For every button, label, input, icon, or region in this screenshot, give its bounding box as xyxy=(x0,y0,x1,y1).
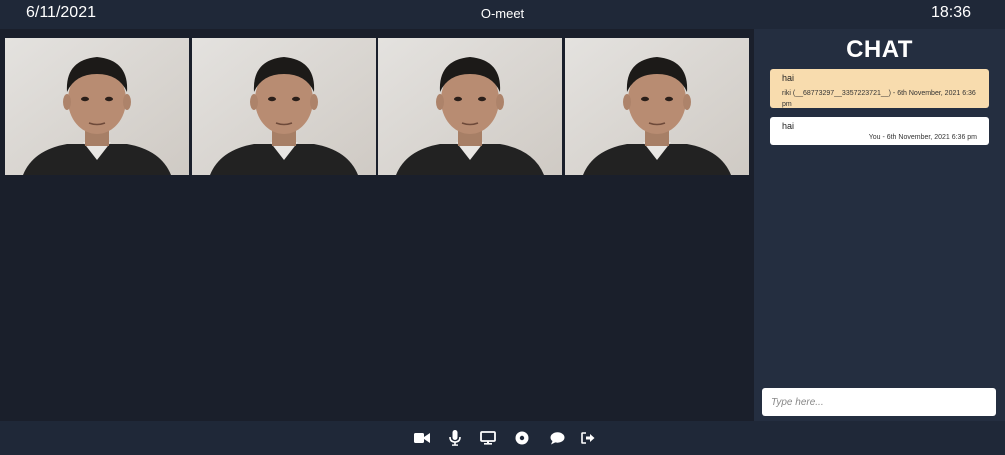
leave-meeting-button[interactable] xyxy=(580,430,596,446)
chat-bubble-icon xyxy=(550,431,565,445)
participant-silhouette xyxy=(192,38,376,175)
screen-share-icon xyxy=(480,431,496,445)
app-title: O-meet xyxy=(480,6,525,21)
record-icon xyxy=(515,431,529,445)
participant-video-2[interactable] xyxy=(192,38,376,175)
meeting-clock: 18:36 xyxy=(930,4,971,21)
participant-video-3[interactable] xyxy=(378,38,562,175)
chat-message-text: hai xyxy=(782,121,795,131)
control-bar xyxy=(0,421,1005,455)
chat-message: hai riki (__68773297__3357223721__) - 6t… xyxy=(770,69,989,108)
microphone-icon xyxy=(449,430,461,446)
video-camera-icon xyxy=(414,432,430,444)
record-button[interactable] xyxy=(514,430,530,446)
toggle-camera-button[interactable] xyxy=(414,430,430,446)
toggle-microphone-button[interactable] xyxy=(447,430,463,446)
participant-silhouette xyxy=(565,38,749,175)
participant-silhouette xyxy=(5,38,189,175)
chat-title: CHAT xyxy=(846,36,913,63)
chat-message-meta: You - 6th November, 2021 6:36 pm xyxy=(868,134,977,141)
leave-icon xyxy=(581,432,595,444)
toggle-chat-button[interactable] xyxy=(549,430,565,446)
chat-message-text: hai xyxy=(782,73,795,83)
participant-silhouette xyxy=(378,38,562,175)
top-bar: 6/11/2021 O-meet 18:36 xyxy=(0,0,1005,29)
chat-input[interactable] xyxy=(762,388,996,416)
participant-video-1[interactable] xyxy=(5,38,189,175)
participant-video-4[interactable] xyxy=(565,38,749,175)
chat-message: hai You - 6th November, 2021 6:36 pm xyxy=(770,117,989,145)
chat-panel: CHAT hai riki (__68773297__3357223721__)… xyxy=(754,29,1005,421)
share-screen-button[interactable] xyxy=(480,430,496,446)
chat-message-meta: riki (__68773297__3357223721__) - 6th No… xyxy=(782,90,976,108)
video-grid xyxy=(0,29,754,421)
